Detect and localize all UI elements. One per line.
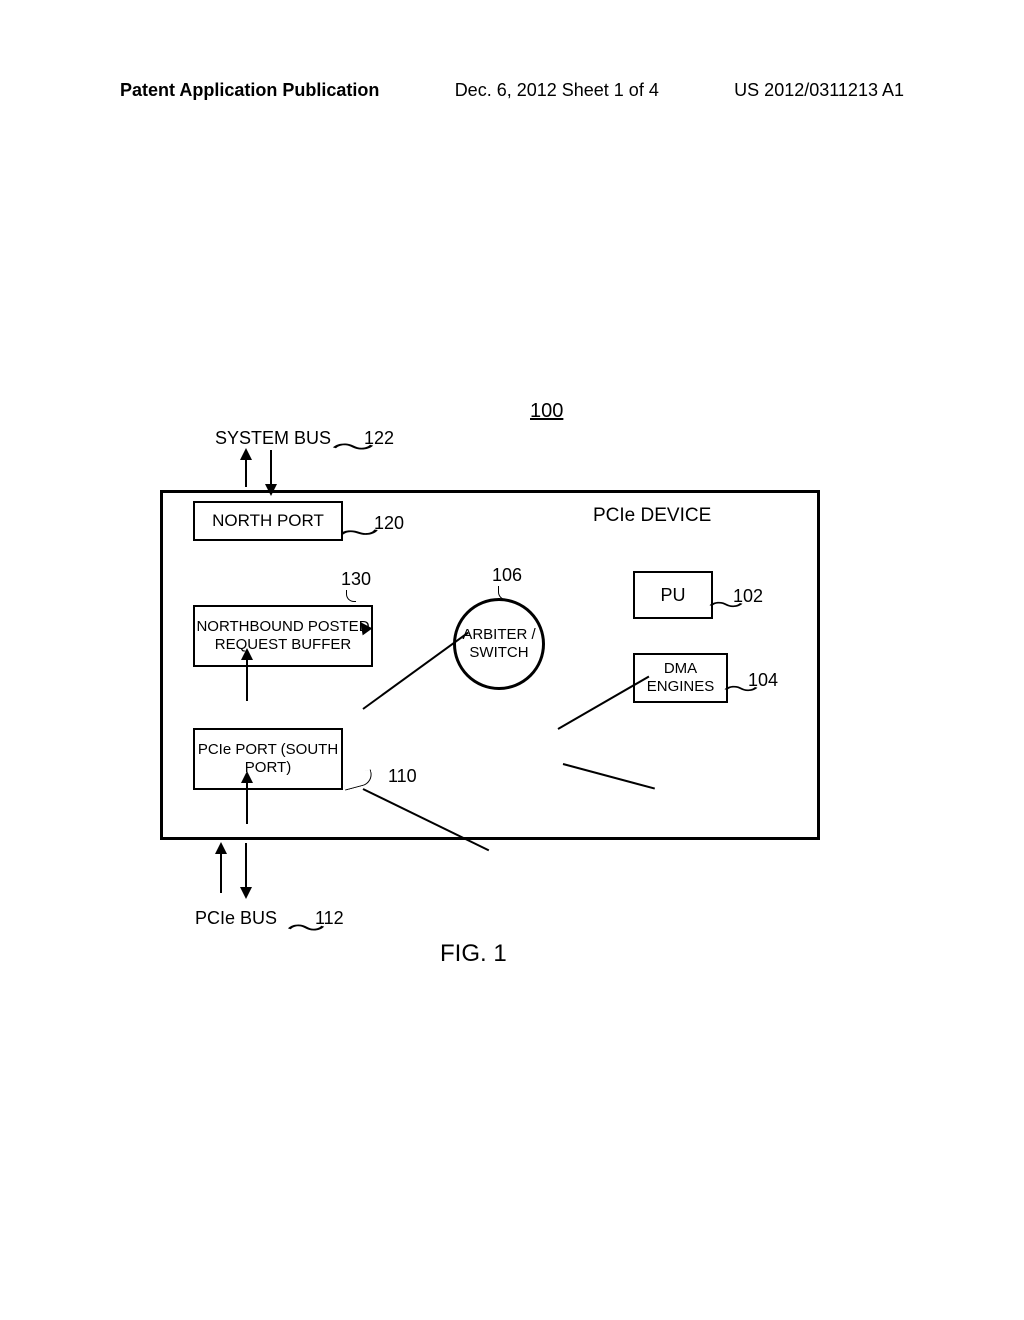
device-title: PCIe DEVICE [593,505,711,527]
arrow-up-icon [215,842,227,854]
arrow-down-icon [240,887,252,899]
header-left: Patent Application Publication [120,80,379,101]
pcie-device-box: PCIe DEVICE NORTH PORT 〜 120 130 NORTHBO… [160,490,820,840]
connector-line [363,788,490,851]
leader-line [342,769,375,790]
ref-120: 120 [374,513,404,534]
arrow-line [245,458,247,487]
diagram: 100 SYSTEM BUS 〜 122 PCIe DEVICE NORTH P… [140,390,880,990]
system-bus-label: SYSTEM BUS [215,428,331,449]
arrow-up-icon [241,648,253,660]
arrow-line [246,781,248,824]
arrow-up-icon [241,771,253,783]
northbound-buffer-block: NORTHBOUND POSTED REQUEST BUFFER [193,605,373,667]
ref-106: 106 [492,565,522,586]
ref-130: 130 [341,569,371,590]
connector-line [563,763,655,790]
figure-label: FIG. 1 [440,940,507,968]
arrow-line [220,852,222,893]
arrow-up-icon [240,448,252,460]
ref-104: 104 [748,670,778,691]
ref-110: 110 [388,766,417,787]
arbiter-switch-block: ARBITER / SWITCH [453,598,545,690]
arrow-line [245,843,247,889]
ref-122: 122 [364,428,394,449]
ref-102: 102 [733,586,763,607]
ref-112: 112 [315,908,344,929]
pcie-south-port-block: PCIe PORT (SOUTH PORT) [193,728,343,790]
arrow-line [270,450,272,486]
pu-block: PU [633,571,713,619]
connector-line [362,632,468,710]
north-port-block: NORTH PORT [193,501,343,541]
page-header: Patent Application Publication Dec. 6, 2… [0,80,1024,101]
header-right: US 2012/0311213 A1 [734,80,904,101]
header-center: Dec. 6, 2012 Sheet 1 of 4 [455,80,659,101]
pcie-bus-label: PCIe BUS [195,908,277,929]
ref-100: 100 [530,400,563,423]
arrow-line [246,658,248,701]
leader-line [346,590,356,602]
